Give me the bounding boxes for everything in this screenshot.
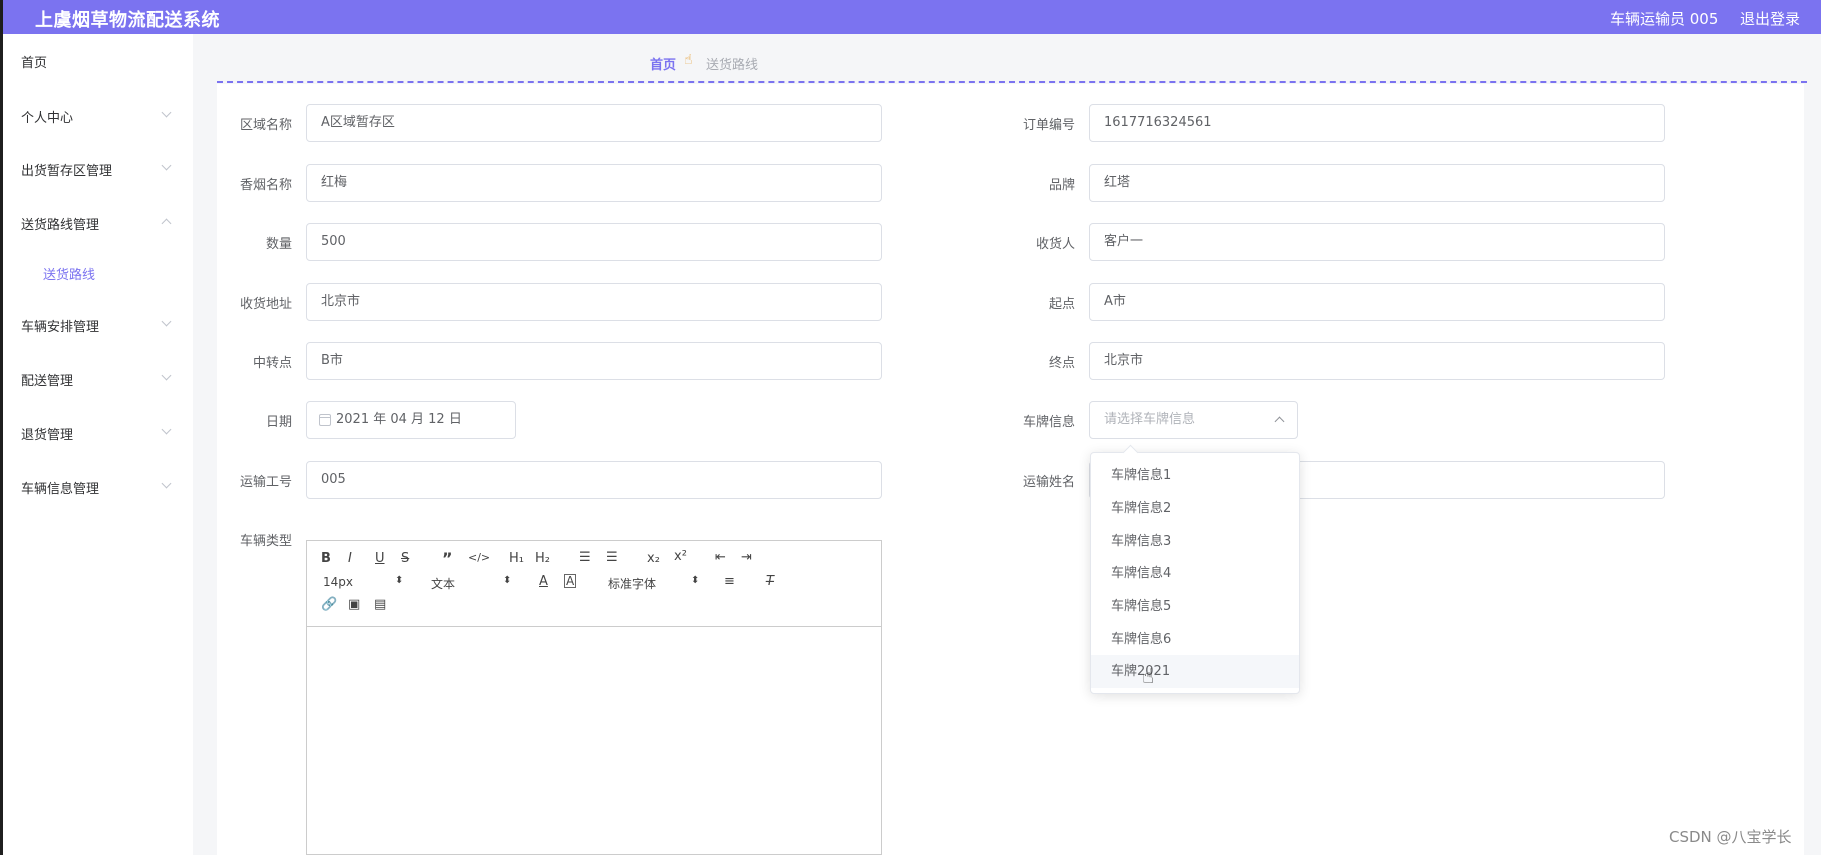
sidebar-item-returns[interactable]: 退货管理	[21, 424, 73, 443]
order-number-label: 订单编号	[1023, 118, 1076, 133]
background-color-icon[interactable]: A	[564, 574, 577, 588]
chevron-up-icon	[161, 218, 172, 229]
cigarette-name-label: 香烟名称	[240, 178, 293, 193]
superscript-icon[interactable]: x²	[674, 549, 687, 564]
delivery-address-label: 收货地址	[240, 297, 293, 312]
end-point-input[interactable]: 北京市	[1089, 342, 1665, 380]
chevron-down-icon	[161, 478, 172, 489]
font-family-select[interactable]: 标准字体	[608, 575, 656, 592]
updown-icon: ⬍	[691, 575, 700, 586]
worker-name-label: 运输姓名	[1023, 475, 1076, 490]
worker-id-input[interactable]: 005	[306, 461, 882, 499]
quantity-input[interactable]: 500	[306, 223, 882, 261]
sidebar: 首页 个人中心 出货暂存区管理 送货路线管理 送货路线 车辆安排管理 配送管理 …	[3, 34, 193, 855]
strike-icon[interactable]: S	[401, 551, 409, 566]
sidebar-item-home[interactable]: 首页	[21, 52, 47, 71]
sidebar-item-personal-center[interactable]: 个人中心	[21, 107, 73, 126]
rich-text-editor[interactable]: B I U S ” </> H₁ H₂ ☰ ☰ x₂ x² ⇤ ⇥ 14px ⬍…	[306, 540, 882, 855]
plate-info-dropdown: 车牌信息1 车牌信息2 车牌信息3 车牌信息4 车牌信息5 车牌信息6 车牌20…	[1090, 444, 1300, 694]
italic-icon[interactable]: I	[348, 551, 352, 566]
hand-icon: ☝	[684, 52, 693, 68]
font-color-icon[interactable]: A	[539, 574, 548, 589]
start-point-label: 起点	[1049, 297, 1076, 312]
watermark: CSDN @八宝学长	[1669, 828, 1792, 846]
receiver-input[interactable]: 客户一	[1089, 223, 1665, 261]
current-user: 车辆运输员 005	[1610, 10, 1719, 28]
transfer-point-input[interactable]: B市	[306, 342, 882, 380]
sidebar-item-vehicle-info[interactable]: 车辆信息管理	[21, 478, 99, 497]
cigarette-name-input[interactable]: 红梅	[306, 164, 882, 202]
ordered-list-icon[interactable]: ☰	[579, 550, 591, 565]
brand-label: 品牌	[1049, 178, 1076, 193]
underline-icon[interactable]: U	[375, 551, 385, 566]
code-icon[interactable]: </>	[468, 551, 490, 564]
plate-option-3[interactable]: 车牌信息3	[1091, 525, 1299, 558]
align-icon[interactable]: ≡	[724, 574, 735, 589]
heading-2-icon[interactable]: H₂	[535, 551, 550, 566]
link-icon[interactable]: 🔗	[321, 597, 337, 612]
worker-id-label: 运输工号	[240, 475, 293, 490]
sidebar-item-route-management[interactable]: 送货路线管理	[21, 214, 99, 233]
outdent-icon[interactable]: ⇤	[715, 550, 726, 565]
logout-button[interactable]: 退出登录	[1740, 8, 1800, 29]
date-value: 2021 年 04 月 12 日	[336, 412, 462, 427]
blockquote-icon[interactable]: ”	[442, 549, 453, 568]
breadcrumb-divider	[217, 81, 1807, 83]
area-name-label: 区域名称	[240, 118, 293, 133]
delivery-address-input[interactable]: 北京市	[306, 283, 882, 321]
receiver-label: 收货人	[1036, 237, 1076, 252]
pointer-cursor-icon: ☝	[1142, 664, 1155, 688]
area-name-input[interactable]: A区域暂存区	[306, 104, 882, 142]
clear-format-icon[interactable]: T̶	[766, 574, 774, 589]
editor-toolbar: B I U S ” </> H₁ H₂ ☰ ☰ x₂ x² ⇤ ⇥ 14px ⬍…	[307, 541, 881, 627]
top-header: 上虞烟草物流配送系统 车辆运输员 005 退出登录	[3, 0, 1821, 34]
plate-info-placeholder: 请选择车牌信息	[1104, 412, 1196, 427]
updown-icon: ⬍	[395, 575, 404, 586]
indent-icon[interactable]: ⇥	[741, 550, 752, 565]
chevron-down-icon	[161, 424, 172, 435]
transfer-point-label: 中转点	[253, 356, 293, 371]
end-point-label: 终点	[1049, 356, 1076, 371]
chevron-down-icon	[161, 370, 172, 381]
vehicle-type-label: 车辆类型	[240, 534, 293, 549]
subscript-icon[interactable]: x₂	[647, 551, 660, 566]
updown-icon: ⬍	[503, 575, 512, 586]
sidebar-item-staging-area[interactable]: 出货暂存区管理	[21, 160, 112, 179]
font-size-select[interactable]: 14px	[323, 575, 353, 589]
date-label: 日期	[266, 415, 293, 430]
order-number-input[interactable]: 1617716324561	[1089, 104, 1665, 142]
plate-option-2[interactable]: 车牌信息2	[1091, 492, 1299, 525]
sidebar-subitem-delivery-route[interactable]: 送货路线	[43, 264, 95, 283]
date-picker[interactable]: 2021 年 04 月 12 日	[306, 401, 516, 439]
video-icon[interactable]: ▤	[374, 597, 386, 612]
breadcrumb-current: 送货路线	[706, 58, 759, 73]
plate-info-select[interactable]: 请选择车牌信息	[1089, 401, 1298, 439]
sidebar-item-vehicle-schedule[interactable]: 车辆安排管理	[21, 316, 99, 335]
quantity-label: 数量	[266, 237, 293, 252]
chevron-down-icon	[161, 316, 172, 327]
chevron-down-icon	[161, 107, 172, 118]
image-icon[interactable]: ▣	[348, 597, 360, 612]
text-style-select[interactable]: 文本	[431, 575, 455, 592]
plate-option-4[interactable]: 车牌信息4	[1091, 557, 1299, 590]
chevron-up-icon	[1274, 416, 1285, 427]
plate-option-2021[interactable]: 车牌2021	[1091, 655, 1299, 688]
chevron-down-icon	[161, 160, 172, 171]
app-title: 上虞烟草物流配送系统	[35, 10, 220, 31]
plate-option-5[interactable]: 车牌信息5	[1091, 590, 1299, 623]
bold-icon[interactable]: B	[321, 551, 331, 566]
plate-option-1[interactable]: 车牌信息1	[1091, 459, 1299, 492]
bullet-list-icon[interactable]: ☰	[606, 550, 618, 565]
heading-1-icon[interactable]: H₁	[509, 551, 524, 566]
start-point-input[interactable]: A市	[1089, 283, 1665, 321]
plate-option-6[interactable]: 车牌信息6	[1091, 623, 1299, 656]
calendar-icon	[319, 414, 331, 426]
breadcrumb-home[interactable]: 首页	[650, 54, 676, 73]
brand-input[interactable]: 红塔	[1089, 164, 1665, 202]
sidebar-item-delivery[interactable]: 配送管理	[21, 370, 73, 389]
plate-info-label: 车牌信息	[1023, 415, 1076, 430]
